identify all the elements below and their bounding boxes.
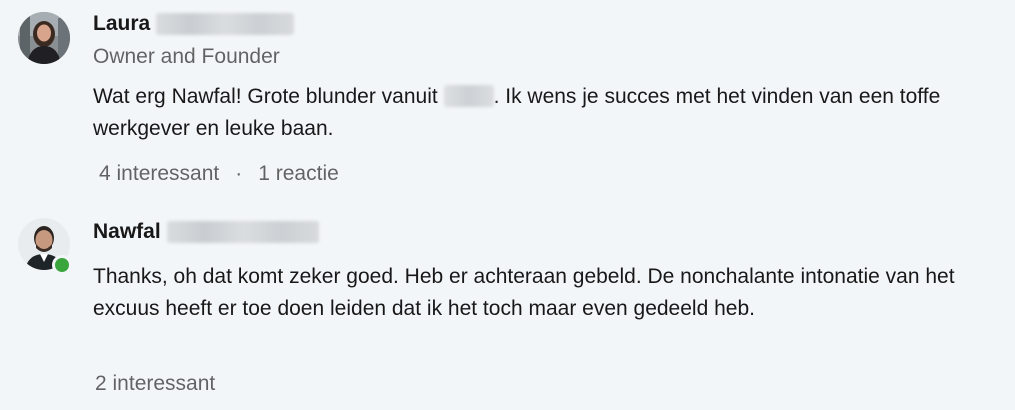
avatar-laura[interactable]	[18, 12, 70, 64]
author-name[interactable]: Laura	[93, 12, 150, 36]
author-name[interactable]: Nawfal	[93, 220, 161, 244]
author-row-laura: Laura	[93, 12, 295, 36]
comment-text-part-1: Wat erg Nawfal! Grote blunder vanuit	[93, 85, 444, 108]
redacted-surname	[156, 13, 295, 35]
comment-text: Wat erg Nawfal! Grote blunder vanuit . I…	[93, 81, 1003, 145]
author-headline: Owner and Founder	[93, 45, 280, 68]
social-actions: 2 interessant	[93, 370, 221, 398]
comment-laura: Laura Owner and Founder Wat erg Nawfal! …	[0, 0, 1015, 200]
likes-count[interactable]: 2 interessant	[93, 370, 221, 398]
replies-count[interactable]: 1 reactie	[252, 160, 345, 188]
comment-text: Thanks, oh dat komt zeker goed. Heb er a…	[93, 265, 955, 320]
separator-dot: ·	[235, 162, 243, 185]
social-actions: 4 interessant · 1 reactie	[93, 160, 345, 188]
comment-nawfal: Nawfal Thanks, oh dat komt zeker goed. H…	[0, 200, 1015, 410]
redacted-company	[443, 85, 494, 107]
profile-photo-laura-icon	[18, 12, 70, 64]
likes-count[interactable]: 4 interessant	[93, 160, 225, 188]
online-status-indicator	[52, 255, 72, 275]
redacted-surname	[166, 221, 319, 243]
author-row-nawfal: Nawfal	[93, 220, 319, 244]
